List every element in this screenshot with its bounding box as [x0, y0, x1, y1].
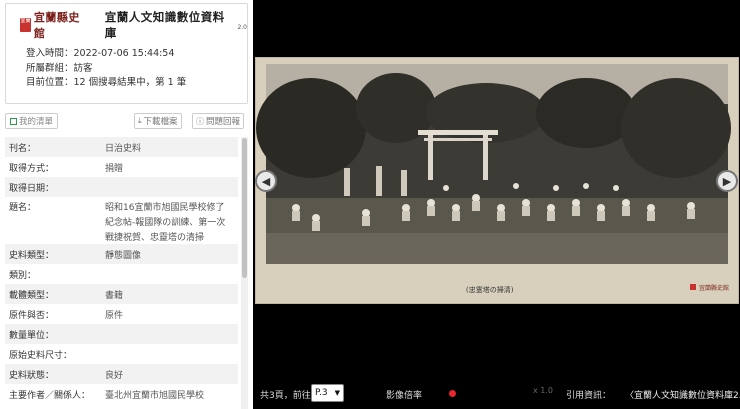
- table-row: 題名： 昭和16宜蘭市旭國民學校修了紀念帖-報國隊の訓練、第一次戰捷祝賀、忠靈塔…: [5, 197, 238, 244]
- table-row: 載體類型： 書籍: [5, 284, 238, 304]
- image-viewer: (忠霊塔の掃清) 宜蘭縣史館 ◀ ▶ 共3頁，前往 P.3 ▼ 影像倍率 x 1…: [253, 0, 740, 409]
- page-select-value: P.3: [315, 388, 328, 398]
- site-version: 2.0: [237, 23, 247, 31]
- field-value: 書籍: [105, 290, 124, 301]
- archive-photo[interactable]: (忠霊塔の掃清) 宜蘭縣史館: [255, 57, 739, 304]
- field-key: 取得方式：: [9, 163, 55, 174]
- logo-script: 宜蘭縣史館: [33, 11, 80, 40]
- field-value: 原件: [105, 310, 124, 321]
- table-row: 原件與否： 原件: [5, 304, 238, 324]
- next-image-button[interactable]: ▶: [716, 170, 738, 192]
- field-key: 載體類型：: [9, 290, 55, 301]
- chevron-left-icon: ◀: [261, 174, 271, 188]
- detail-panel: 宜蘭 宜蘭縣史館 宜蘭人文知識數位資料庫 2.0 登入時間：2022-07-06…: [0, 0, 253, 409]
- my-list-button[interactable]: 我的清單: [5, 113, 59, 129]
- report-button[interactable]: ⓘ 問題回報: [192, 113, 245, 129]
- zoom-label: 影像倍率: [386, 391, 423, 401]
- field-key: 原始史料尺寸：: [9, 350, 73, 361]
- field-value: 靜態圖像: [105, 250, 142, 261]
- my-list-label: 我的清單: [19, 117, 54, 127]
- metadata-table: 刊名： 日治史料 取得方式： 捐贈 取得日期： 題名： 昭和16宜蘭市旭國民學校…: [5, 137, 238, 404]
- field-key: 取得日期：: [9, 183, 55, 194]
- site-title: 宜蘭人文知識數位資料庫: [104, 10, 225, 40]
- checkbox-icon: [10, 117, 17, 125]
- citation-value: 〈宜蘭人文知識數位資料庫2.0: [625, 391, 740, 401]
- field-key: 數量單位：: [9, 330, 55, 341]
- table-row: 史料類型： 靜態圖像: [5, 244, 238, 264]
- user-group: 所屬群組：訪客: [26, 63, 93, 74]
- seal-icon: 宜蘭: [20, 18, 31, 32]
- photo-caption: (忠霊塔の掃清): [466, 285, 514, 294]
- info-icon: ⓘ: [196, 116, 204, 126]
- scrollbar-thumb[interactable]: [242, 138, 247, 278]
- field-value: 日治史料: [105, 143, 142, 154]
- login-time: 登入時間：2022-07-06 15:44:54: [26, 48, 175, 59]
- field-key: 主要作者／關係人：: [9, 390, 91, 401]
- viewer-footer: 共3頁，前往 P.3 ▼ 影像倍率 x 1.0 引用資訊： 〈宜蘭人文知識數位資…: [253, 379, 740, 409]
- current-location: 目前位置：12 個搜尋結果中，第 1 筆: [26, 77, 187, 88]
- citation-label: 引用資訊：: [566, 391, 612, 401]
- chevron-right-icon: ▶: [722, 174, 732, 188]
- field-key: 刊名：: [9, 143, 37, 154]
- chevron-down-icon: ▼: [334, 389, 340, 397]
- field-value: 良好: [105, 370, 124, 381]
- table-row: 主要作者／關係人： 臺北州宜蘭市旭國民學校: [5, 384, 238, 404]
- table-row: 類別：: [5, 264, 238, 284]
- table-row: 刊名： 日治史料: [5, 137, 238, 157]
- table-row: 取得日期：: [5, 177, 238, 197]
- download-label: 下載檔案: [143, 117, 178, 127]
- prev-image-button[interactable]: ◀: [255, 170, 277, 192]
- download-icon: ⤓: [138, 116, 142, 125]
- field-value: 捐贈: [105, 163, 124, 174]
- download-button[interactable]: ⤓ 下載檔案: [134, 113, 182, 129]
- toolbar: 我的清單 ⤓ 下載檔案 ⓘ 問題回報: [5, 113, 248, 129]
- field-key: 史料類型：: [9, 250, 55, 261]
- zoom-slider-handle[interactable]: [449, 390, 456, 397]
- field-value: 昭和16宜蘭市旭國民學校修了紀念帖-報國隊の訓練、第一次戰捷祝賀、忠靈塔の清掃: [105, 203, 226, 243]
- field-key: 原件與否：: [9, 310, 55, 321]
- table-row: 數量單位：: [5, 324, 238, 344]
- site-logo[interactable]: 宜蘭 宜蘭縣史館 宜蘭人文知識數位資料庫 2.0: [20, 10, 247, 40]
- table-row: 取得方式： 捐贈: [5, 157, 238, 177]
- field-key: 史料狀態：: [9, 370, 55, 381]
- header-box: 宜蘭 宜蘭縣史館 宜蘭人文知識數位資料庫 2.0 登入時間：2022-07-06…: [5, 3, 248, 104]
- photo-illustration: (忠霊塔の掃清) 宜蘭縣史館: [256, 58, 738, 303]
- report-label: 問題回報: [206, 117, 241, 127]
- table-row: 史料狀態： 良好: [5, 364, 238, 384]
- field-key: 類別：: [9, 270, 37, 281]
- table-row: 原始史料尺寸：: [5, 344, 238, 364]
- field-key: 題名：: [9, 203, 37, 213]
- page-count-text: 共3頁，前往: [260, 391, 311, 401]
- field-value: 臺北州宜蘭市旭國民學校: [105, 390, 205, 401]
- zoom-value: x 1.0: [533, 386, 553, 395]
- photo-stamp: 宜蘭縣史館: [699, 284, 729, 292]
- page-select[interactable]: P.3 ▼: [311, 384, 344, 402]
